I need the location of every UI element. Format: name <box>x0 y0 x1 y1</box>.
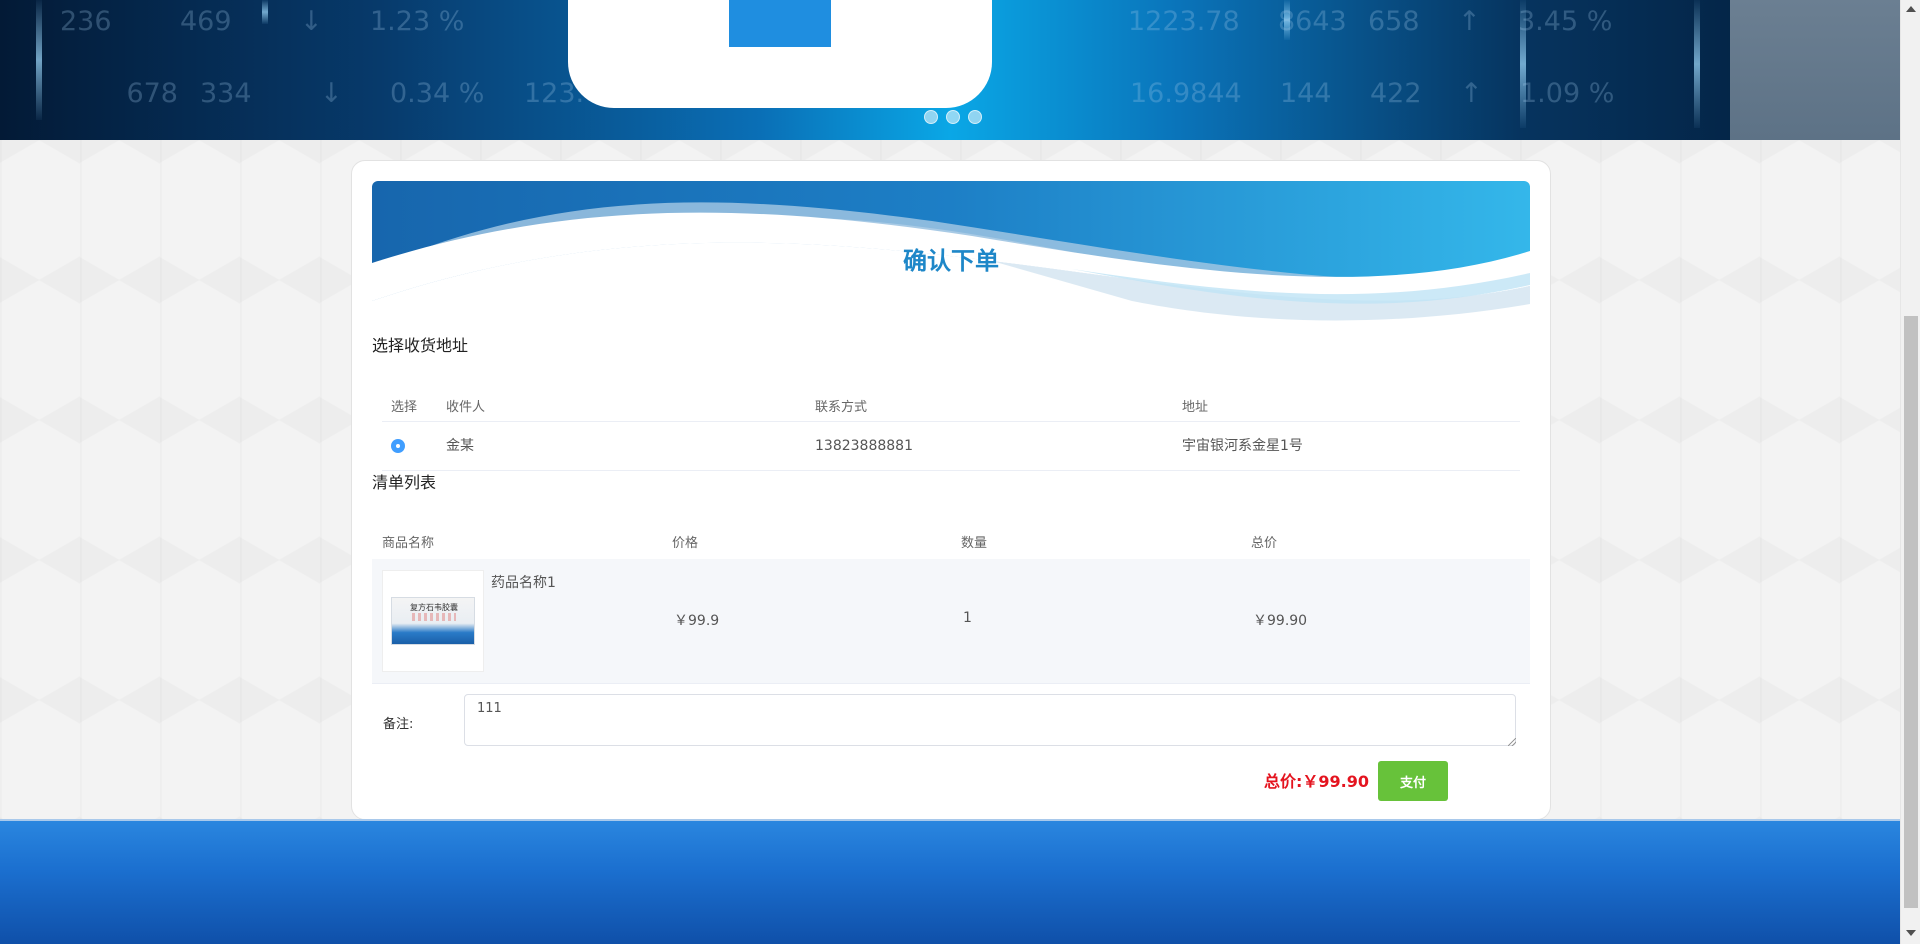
page-title: 确认下单 <box>903 247 999 275</box>
ticker-value: 469 <box>180 6 232 37</box>
carousel-dot[interactable] <box>968 110 982 124</box>
note-label: 备注: <box>383 717 414 732</box>
ticker-value: 1.23 % <box>370 6 465 37</box>
list-item: 复方石韦胶囊 药品名称1 ￥99.9 1 ￥99.90 <box>372 559 1530 684</box>
address-radio[interactable] <box>391 439 405 453</box>
recipient-address: 宇宙银河系金星1号 <box>1182 438 1303 454</box>
carousel-dot[interactable] <box>946 110 960 124</box>
address-section-title: 选择收货地址 <box>372 336 469 355</box>
banner-next-slide-preview <box>1730 0 1900 140</box>
medicine-box-label: 复方石韦胶囊 <box>410 603 458 612</box>
carousel-dot[interactable] <box>924 110 938 124</box>
banner-ticker-row: 236 469 ↓ 1.23 % <box>60 6 530 37</box>
product-quantity: 1 <box>963 610 972 626</box>
product-name: 药品名称1 <box>491 575 556 591</box>
product-thumbnail[interactable]: 复方石韦胶囊 <box>382 570 484 672</box>
ticker-value: 236 <box>60 6 112 37</box>
ticker-value: 16.9844 <box>1130 78 1242 109</box>
ticker-value: 8643 <box>1278 6 1347 37</box>
total-value: ￥99.90 <box>1302 772 1370 791</box>
scroll-down-arrow-icon[interactable] <box>1906 930 1916 936</box>
ticker-value: 1223.78 <box>1128 6 1240 37</box>
ticker-value: ↓ <box>320 78 343 109</box>
page: 236469↓1.23 % 6421223.788643658↑3.45 % 6… <box>0 0 1900 944</box>
ticker-value: 422 <box>1370 78 1422 109</box>
product-total: ￥99.90 <box>1253 613 1308 629</box>
banner-logo-icon <box>729 0 831 47</box>
ticker-value: 144 <box>1280 78 1332 109</box>
vertical-scrollbar[interactable] <box>1900 0 1920 944</box>
banner-carousel[interactable]: 236469↓1.23 % 6421223.788643658↑3.45 % 6… <box>0 0 1900 140</box>
note-textarea[interactable]: 111 <box>464 694 1516 746</box>
banner-ticker-row: 678 334 ↓ 0.34 % <box>0 78 550 109</box>
ticker-value: 678 <box>126 78 178 109</box>
recipient-name: 金某 <box>446 438 474 454</box>
total-label: 总价: <box>1264 772 1303 791</box>
product-price: ￥99.9 <box>674 613 720 629</box>
textarea-resize-handle[interactable] <box>1508 738 1516 746</box>
scroll-up-arrow-icon[interactable] <box>1906 6 1916 12</box>
pay-button[interactable]: 支付 <box>1378 761 1448 801</box>
ticker-value: ↑ <box>1460 78 1483 109</box>
medicine-box-stripe <box>412 613 456 621</box>
ticker-value: 3.45 % <box>1518 6 1613 37</box>
medicine-box-image: 复方石韦胶囊 <box>391 597 475 645</box>
list-section-title: 清单列表 <box>372 473 437 492</box>
page-footer <box>0 819 1900 944</box>
recipient-phone: 13823888881 <box>815 438 913 454</box>
banner-pulse-line <box>1694 0 1700 128</box>
ticker-value: ↑ <box>1458 6 1481 37</box>
banner-logo-card <box>568 0 992 108</box>
ticker-value: 658 <box>1368 6 1420 37</box>
address-row[interactable]: 金某 13823888881 宇宙银河系金星1号 <box>382 421 1520 471</box>
carousel-indicators <box>924 110 982 124</box>
order-header-banner: 确认下单 <box>372 181 1530 331</box>
ticker-value: 334 <box>200 78 252 109</box>
order-total: 总价:￥99.90 <box>1264 768 1369 792</box>
ticker-value: ↓ <box>300 6 323 37</box>
order-card: 确认下单 选择收货地址 选择 收件人 联系方式 地址 金某 1382388888… <box>351 160 1551 820</box>
ticker-value: 1.09 % <box>1520 78 1615 109</box>
scrollbar-thumb[interactable] <box>1904 316 1918 908</box>
